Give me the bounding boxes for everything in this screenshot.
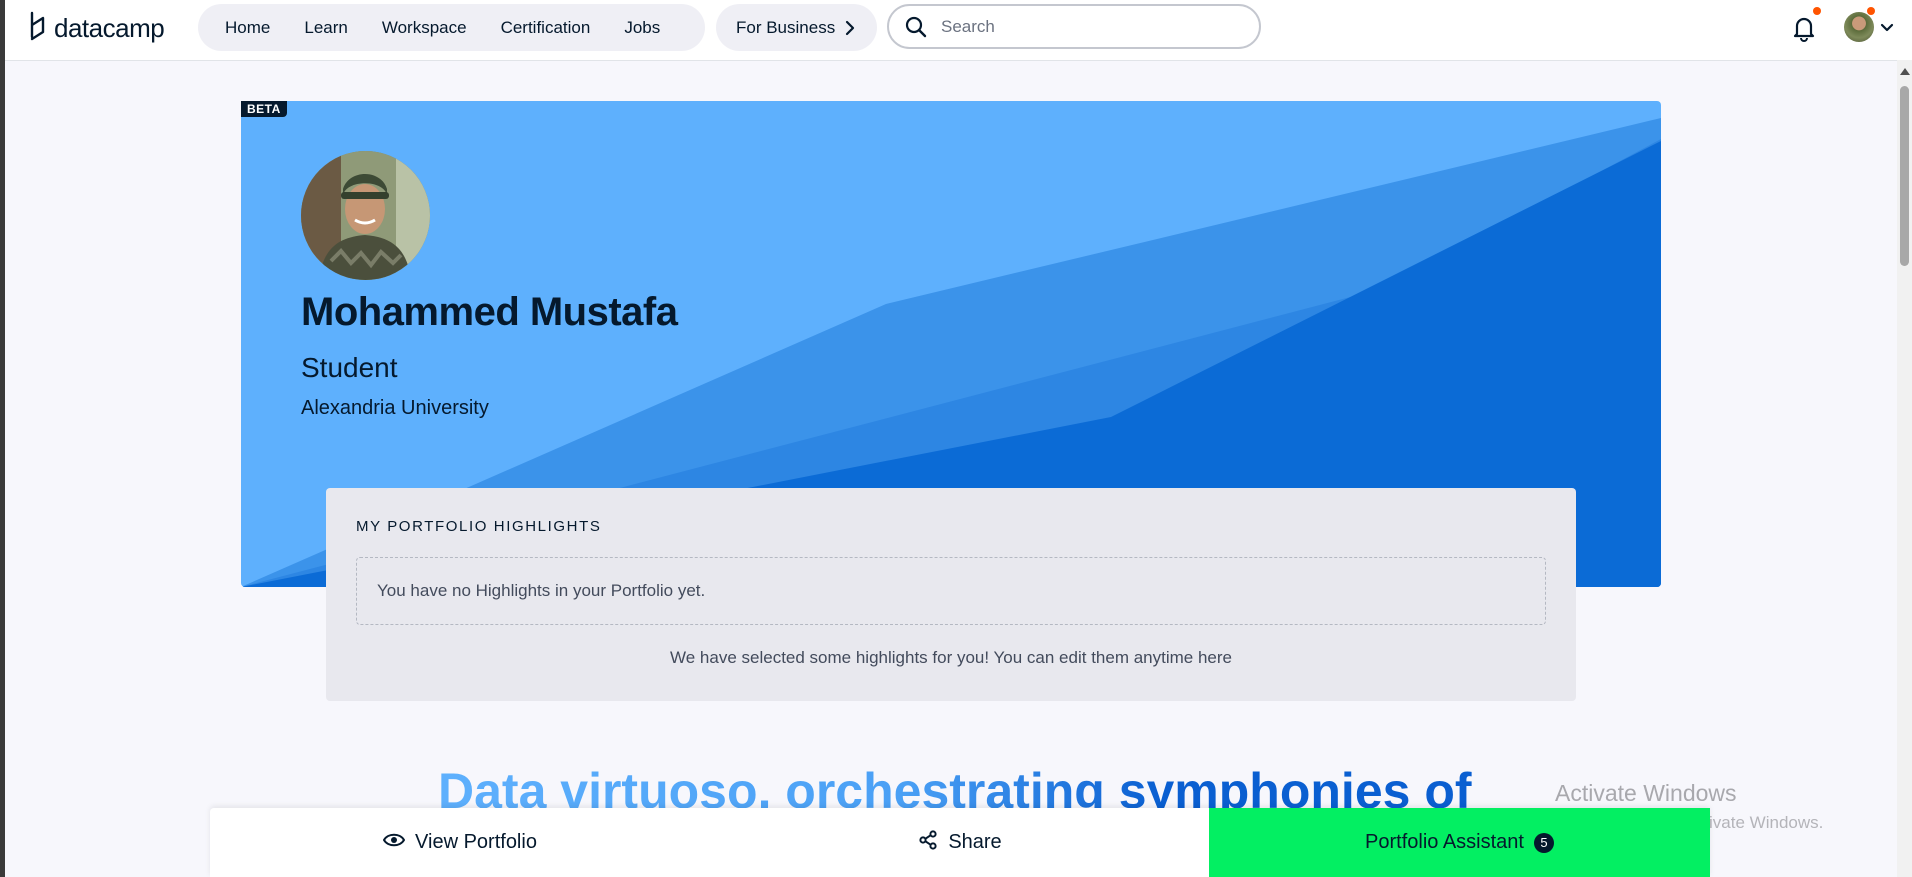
highlights-empty-text: You have no Highlights in your Portfolio…: [377, 581, 706, 600]
main-nav: Home Learn Workspace Certification Jobs: [198, 4, 705, 51]
nav-learn[interactable]: Learn: [287, 4, 364, 51]
search-icon: [905, 16, 927, 38]
eye-icon: [382, 831, 415, 854]
highlights-edit-note[interactable]: We have selected some highlights for you…: [326, 648, 1576, 668]
nav-jobs[interactable]: Jobs: [607, 4, 677, 51]
view-portfolio-button[interactable]: View Portfolio: [210, 808, 710, 877]
portfolio-highlights-card: MY PORTFOLIO HIGHLIGHTS You have no High…: [326, 488, 1576, 701]
scrollbar-thumb[interactable]: [1900, 86, 1909, 266]
nav-home[interactable]: Home: [208, 4, 287, 51]
bell-icon[interactable]: [1791, 14, 1817, 42]
datacamp-logo-icon: [29, 11, 51, 46]
share-button[interactable]: Share: [710, 808, 1210, 877]
bottom-action-bar: View Portfolio Share Portfolio Assistant…: [210, 808, 1710, 877]
scroll-up-arrow[interactable]: [1900, 68, 1910, 75]
notification-dot: [1813, 7, 1821, 15]
highlights-empty-state: You have no Highlights in your Portfolio…: [356, 557, 1546, 625]
window-edge: [0, 0, 5, 877]
logo-wordmark: datacamp: [54, 12, 165, 43]
datacamp-logo[interactable]: datacamp: [29, 10, 165, 46]
profile-title: Student: [301, 352, 398, 383]
for-business-label: For Business: [736, 17, 836, 37]
search-box[interactable]: [887, 4, 1261, 49]
share-label: Share: [948, 831, 1002, 853]
for-business-button[interactable]: For Business: [716, 4, 877, 51]
portfolio-assistant-button[interactable]: Portfolio Assistant 5: [1209, 808, 1710, 877]
profile-photo: [301, 151, 430, 280]
view-portfolio-label: View Portfolio: [415, 831, 537, 853]
profile-organization: Alexandria University: [301, 397, 489, 419]
chevron-down-icon[interactable]: [1880, 20, 1894, 38]
highlights-title: MY PORTFOLIO HIGHLIGHTS: [356, 518, 602, 535]
top-navigation-bar: datacamp Home Learn Workspace Certificat…: [5, 0, 1912, 61]
avatar[interactable]: [1844, 12, 1874, 42]
nav-workspace[interactable]: Workspace: [365, 4, 484, 51]
nav-certification[interactable]: Certification: [484, 4, 608, 51]
profile-name: Mohammed Mustafa: [301, 290, 678, 334]
search-input[interactable]: [939, 15, 1243, 38]
portfolio-assistant-label: Portfolio Assistant: [1365, 831, 1524, 853]
activate-windows-title: Activate Windows: [1555, 780, 1737, 806]
chevron-right-icon: [845, 20, 855, 36]
share-icon: [918, 829, 948, 856]
assistant-count-badge: 5: [1533, 832, 1554, 853]
beta-badge: BETA: [241, 101, 287, 117]
page-scrollbar[interactable]: [1897, 60, 1912, 877]
avatar-notification-dot: [1867, 7, 1875, 15]
